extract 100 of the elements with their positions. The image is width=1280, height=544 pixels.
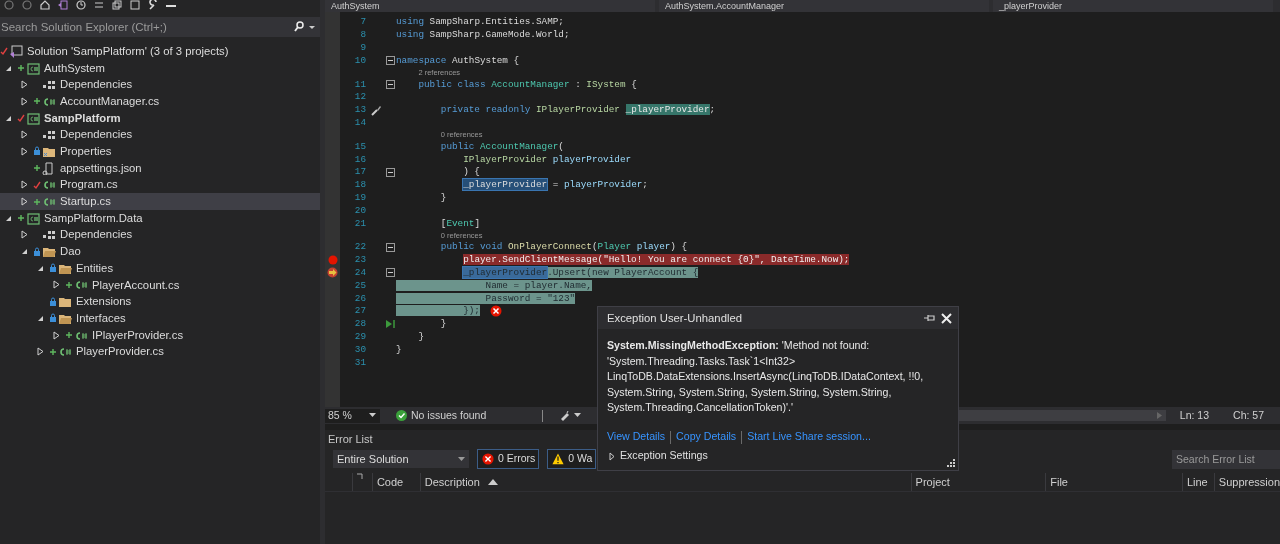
collapsed-arrow-icon[interactable]	[53, 330, 60, 340]
settings-file-icon	[42, 161, 56, 175]
tree-row[interactable]: Dependencies	[0, 126, 320, 144]
show-files-icon[interactable]	[130, 0, 140, 10]
tree-row[interactable]: SampPlatform.Data	[0, 209, 320, 227]
collapsed-arrow-icon[interactable]	[21, 230, 28, 240]
line-number: 16	[353, 152, 367, 167]
tree-row[interactable]: Properties	[0, 143, 320, 160]
line-number: 27	[353, 304, 367, 319]
breakpoint-arrow-icon[interactable]	[327, 267, 338, 279]
line-number: 7	[359, 15, 367, 30]
collapse-icon[interactable]	[385, 242, 395, 252]
check-circle-icon[interactable]	[396, 410, 407, 421]
column-header[interactable]: Description	[419, 473, 911, 491]
resize-grip-icon[interactable]	[946, 458, 955, 467]
collapse-icon[interactable]	[385, 80, 395, 90]
tree-row[interactable]: IPlayerProvider.cs	[0, 326, 320, 344]
search-field[interactable]: Search Error List	[1172, 449, 1280, 469]
lock-icon	[33, 246, 41, 257]
tree-item-label: appsettings.json	[60, 160, 142, 176]
collapsed-arrow-icon[interactable]	[21, 130, 28, 140]
warning-icon	[552, 453, 565, 465]
expanded-arrow-icon[interactable]	[37, 264, 44, 272]
collapsed-arrow-icon[interactable]	[21, 96, 28, 106]
column-header[interactable]: Project	[910, 473, 1046, 491]
collapse-icon[interactable]	[112, 0, 122, 10]
collapse-icon[interactable]	[385, 56, 395, 66]
details-link[interactable]: Start Live Share session...	[747, 429, 871, 446]
tree-item-label: Interfaces	[76, 310, 126, 326]
code-text: }	[439, 317, 447, 332]
scope-dropdown[interactable]: Entire Solution	[333, 450, 469, 468]
project-icon	[26, 61, 40, 75]
tree-row[interactable]: SampPlatform	[0, 109, 320, 127]
collapse-icon[interactable]	[385, 167, 395, 177]
tree-row[interactable]: Startup.cs	[0, 193, 320, 210]
expanded-arrow-icon[interactable]	[21, 248, 28, 256]
code-text: private readonly IPlayerProvider _playerProvider;	[439, 103, 716, 118]
tree-row[interactable]: Entities	[0, 259, 320, 277]
column-header[interactable]: File	[1045, 473, 1182, 491]
expanded-arrow-icon[interactable]	[37, 314, 44, 322]
tree-row[interactable]: Dependencies	[0, 76, 320, 94]
expanded-arrow-icon[interactable]	[5, 114, 12, 122]
tree-row[interactable]: AccountManager.cs	[0, 93, 320, 110]
tree-row[interactable]: PlayerAccount.cs	[0, 276, 320, 294]
home-icon[interactable]	[40, 0, 50, 10]
exception-settings-toggle[interactable]: Exception Settings	[598, 445, 717, 470]
expanded-arrow-icon[interactable]	[5, 214, 12, 222]
column-header[interactable]: Suppression	[1213, 473, 1280, 491]
code-text: [Event]	[439, 216, 480, 231]
filter-toggle[interactable]: 0 Wa	[547, 449, 597, 469]
close-icon[interactable]	[941, 312, 952, 324]
collapsed-arrow-icon[interactable]	[21, 197, 28, 207]
collapse-icon[interactable]	[385, 268, 395, 278]
line-number: 15	[353, 139, 367, 154]
details-link[interactable]: Copy Details	[676, 429, 737, 446]
navigation-dropdown[interactable]: _playerProvider	[993, 0, 1273, 12]
run-to-click-icon[interactable]	[384, 318, 396, 331]
switch-view-icon[interactable]	[58, 0, 68, 10]
history-icon[interactable]	[76, 0, 86, 10]
issues-status[interactable]: No issues found	[411, 407, 487, 424]
code-text: namespace AuthSystem {	[396, 53, 520, 68]
navigation-dropdown[interactable]: AuthSystem.AccountManager	[659, 0, 989, 12]
check-icon	[17, 113, 25, 124]
tree-row[interactable]: Extensions	[0, 293, 320, 310]
line-number: 20	[353, 203, 367, 218]
line-indicator: Ln: 13	[1179, 407, 1210, 423]
line-number: 24	[353, 265, 367, 280]
filter-icon[interactable]	[356, 473, 363, 479]
tree-row[interactable]: AuthSystem	[0, 59, 320, 77]
plus-icon	[17, 63, 25, 74]
tree-row[interactable]: Dependencies	[0, 226, 320, 244]
navigation-dropdown[interactable]: AuthSystem	[325, 0, 655, 12]
plus-icon	[33, 196, 41, 207]
search-field[interactable]: Search Solution Explorer (Ctrl+;)	[0, 17, 320, 37]
scope-value: Entire Solution	[337, 451, 409, 467]
tree-row[interactable]: appsettings.json	[0, 159, 320, 177]
code-text: public class AccountManager : ISystem {	[417, 77, 637, 92]
collapsed-arrow-icon[interactable]	[37, 347, 44, 357]
column-header[interactable]: Line	[1181, 473, 1214, 491]
filter-toggle[interactable]: 0 Errors	[477, 449, 540, 469]
csharp-file-icon	[74, 278, 88, 292]
column-header[interactable]: Code	[371, 473, 420, 491]
tree-row[interactable]: Program.cs	[0, 176, 320, 194]
details-link[interactable]: View Details	[607, 429, 666, 446]
expanded-arrow-icon[interactable]	[5, 64, 12, 72]
collapsed-arrow-icon[interactable]	[21, 180, 28, 190]
search-icon[interactable]	[294, 21, 304, 33]
tree-row[interactable]: Dao	[0, 243, 320, 260]
collapsed-arrow-icon[interactable]	[21, 80, 28, 90]
collapsed-arrow-icon[interactable]	[21, 146, 28, 156]
line-number: 22	[353, 240, 367, 255]
code-text: _playerProvider = playerProvider;	[462, 178, 648, 193]
tree-row[interactable]: Interfaces	[0, 310, 320, 327]
tree-row[interactable]: PlayerProvider.cs	[0, 343, 320, 361]
collapsed-arrow-icon[interactable]	[53, 280, 60, 290]
zoom-dropdown[interactable]: 85 %	[325, 408, 380, 423]
screwdriver-icon[interactable]	[370, 104, 382, 117]
tree-row[interactable]: Solution 'SampPlatform' (3 of 3 projects)	[0, 43, 320, 60]
code-cleanup-dropdown[interactable]	[559, 410, 582, 421]
code-text: });	[396, 304, 480, 319]
